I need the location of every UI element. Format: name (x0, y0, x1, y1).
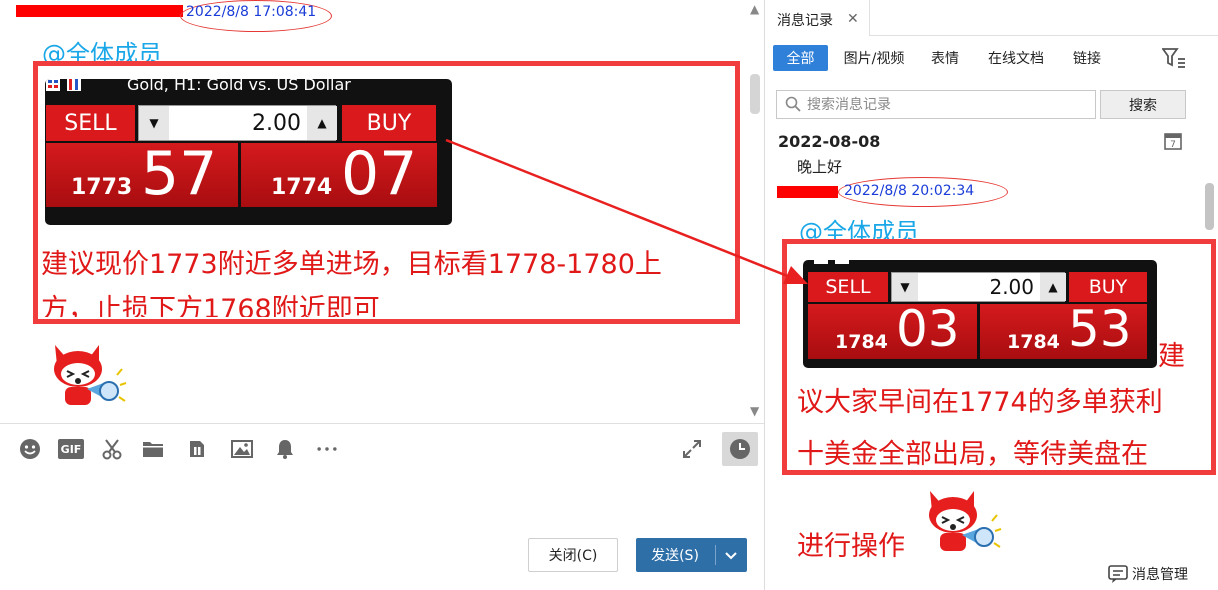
send-button[interactable]: 发送(S) (636, 538, 747, 572)
buy-price[interactable]: 1784 53 (980, 300, 1147, 359)
svg-text:7: 7 (1170, 140, 1176, 150)
gif-icon[interactable]: GIF (58, 437, 84, 461)
filter-tab-media[interactable]: 图片/视频 (837, 45, 911, 71)
advice-text-line2: 方，止损下方1768附近即可 (41, 294, 380, 317)
filter-icon[interactable] (1162, 47, 1186, 69)
chevron-down-icon[interactable] (722, 546, 740, 564)
history-pane: 消息记录 ✕ 全部 图片/视频 表情 在线文档 链接 搜索 2022-08-08… (765, 0, 1218, 590)
buy-button[interactable]: BUY (1069, 272, 1147, 302)
buy-price-pips: 07 (341, 139, 418, 209)
buy-price-prefix: 1784 (1007, 331, 1060, 353)
folder-icon[interactable] (141, 437, 165, 461)
lot-size-value[interactable]: 2.00 (918, 273, 1040, 301)
sell-price-prefix: 1773 (71, 175, 133, 200)
tabbar-bottom-line (869, 35, 1218, 36)
advice-text-line1: 建议现价1773附近多单进场，目标看1778-1780上 (41, 249, 662, 280)
buy-price[interactable]: 1774 07 (241, 139, 437, 209)
chat-pane: 2022/8/8 17:08:41 @全体成员 Gold, H1: Gold v… (0, 0, 764, 590)
advice-text-line2: 议大家早间在1774的多单获利 (797, 387, 1163, 418)
filter-tab-all[interactable]: 全部 (773, 45, 828, 71)
calendar-icon[interactable]: 7 (1163, 131, 1183, 151)
message-manage-label: 消息管理 (1132, 567, 1188, 583)
history-scrollbar[interactable] (1205, 183, 1214, 230)
history-clock-button[interactable] (722, 432, 758, 466)
sell-price-pips: 57 (141, 139, 218, 209)
widget-title: Gold, H1: Gold vs. US Dollar (127, 79, 351, 94)
lot-increase-button[interactable]: ▲ (1040, 273, 1066, 301)
sell-price[interactable]: 1773 57 (46, 139, 238, 209)
sell-price-prefix: 1784 (835, 331, 888, 353)
search-box[interactable] (776, 90, 1096, 119)
scroll-up-arrow[interactable]: ▲ (750, 2, 759, 16)
sell-price-pips: 03 (896, 300, 960, 358)
history-tab[interactable]: 消息记录 ✕ (765, 0, 869, 36)
buy-price-prefix: 1774 (271, 175, 333, 200)
mention-all-members[interactable]: @全体成员 (799, 212, 919, 240)
message-manage-button[interactable]: 消息管理 (1108, 564, 1188, 584)
buy-button[interactable]: BUY (342, 105, 436, 141)
search-button[interactable]: 搜索 (1100, 90, 1186, 119)
lot-stepper[interactable]: ▼ 2.00 ▲ (138, 105, 337, 141)
send-button-separator (715, 545, 716, 565)
buy-price-pips: 53 (1068, 300, 1132, 358)
chat-scrollbar[interactable] (750, 74, 760, 114)
lot-increase-button[interactable]: ▲ (307, 106, 337, 140)
image-icon[interactable] (230, 437, 254, 461)
mention-all-members[interactable]: @全体成员 (42, 34, 162, 64)
history-message-timestamp: 2022/8/8 20:02:34 (844, 183, 975, 199)
search-icon (785, 96, 801, 112)
sell-button[interactable]: SELL (46, 105, 135, 141)
message-manage-icon (1108, 565, 1128, 583)
tab-separator (869, 0, 870, 36)
history-tab-label: 消息记录 (777, 13, 833, 29)
lot-decrease-button[interactable]: ▼ (139, 106, 169, 140)
fox-sticker (54, 345, 127, 405)
sell-button[interactable]: SELL (808, 272, 888, 302)
trade-widget: SELL ▼ 2.00 ▲ BUY 1784 03 1784 53 (803, 260, 1157, 368)
bell-icon[interactable] (273, 437, 297, 461)
send-button-label: 发送(S) (651, 548, 699, 564)
lot-stepper[interactable]: ▼ 2.00 ▲ (891, 272, 1066, 302)
document-icon[interactable] (185, 437, 209, 461)
scissors-icon[interactable] (100, 437, 124, 461)
emoji-icon[interactable] (18, 437, 42, 461)
close-button[interactable]: 关闭(C) (528, 538, 618, 572)
advice-text-line1: 建 (1158, 341, 1185, 372)
expand-icon[interactable] (680, 437, 704, 461)
history-date-header: 2022-08-08 (778, 132, 881, 151)
filter-tab-docs[interactable]: 在线文档 (983, 45, 1049, 71)
history-message-text: 晚上好 (797, 158, 843, 176)
filter-tab-stickers[interactable]: 表情 (925, 45, 965, 71)
input-divider (0, 423, 764, 424)
gif-label: GIF (58, 439, 84, 459)
close-icon[interactable]: ✕ (847, 11, 859, 27)
filter-tab-links[interactable]: 链接 (1069, 45, 1105, 71)
clock-icon (730, 439, 750, 459)
widget-title-bar: Gold, H1: Gold vs. US Dollar (45, 79, 452, 96)
fox-sticker (929, 491, 1002, 551)
redacted-sender-name (777, 186, 838, 198)
chart-icon (46, 79, 81, 91)
redacted-sender-name (16, 5, 183, 17)
chart-icon (814, 260, 849, 264)
lot-size-value[interactable]: 2.00 (169, 106, 307, 140)
trade-widget: Gold, H1: Gold vs. US Dollar SELL ▼ 2.00… (45, 79, 452, 225)
advice-text-line3: 十美金全部出局，等待美盘在 (797, 439, 1148, 470)
advice-text-line4: 进行操作 (797, 531, 905, 562)
message-timestamp: 2022/8/8 17:08:41 (186, 4, 317, 20)
lot-decrease-button[interactable]: ▼ (892, 273, 918, 301)
search-input[interactable] (807, 94, 1087, 115)
more-icon[interactable] (313, 437, 341, 461)
sell-price[interactable]: 1784 03 (808, 300, 977, 359)
scroll-down-arrow[interactable]: ▼ (750, 404, 759, 418)
